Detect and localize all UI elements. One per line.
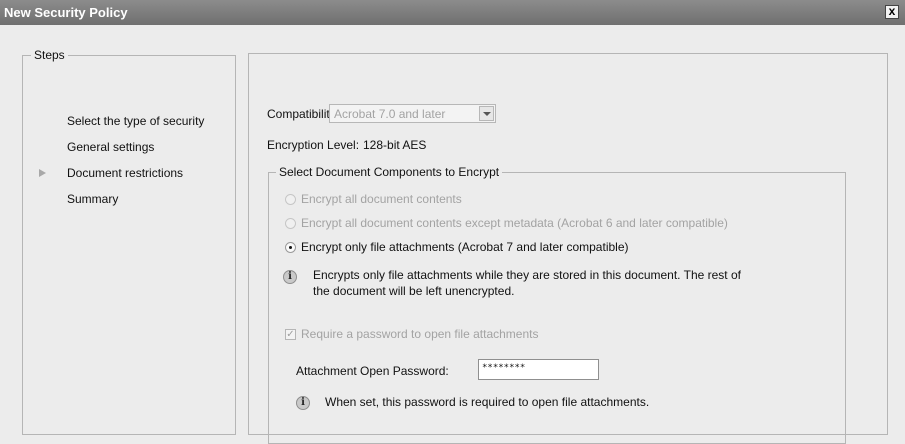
group-legend: Select Document Components to Encrypt [276, 165, 503, 179]
step-select-type: Select the type of security [67, 114, 205, 128]
info-icon: i [296, 396, 310, 410]
option-except-metadata-label: Encrypt all document contents except met… [301, 216, 728, 230]
password-info-text: When set, this password is required to o… [325, 395, 650, 409]
encrypt-components-group: Select Document Components to Encrypt En… [268, 165, 846, 444]
info-text-line1: Encrypts only file attachments while the… [313, 268, 741, 282]
close-button[interactable]: x [885, 5, 899, 19]
password-label: Attachment Open Password: [296, 364, 449, 378]
compatibility-dropdown[interactable]: Acrobat 7.0 and later [329, 104, 496, 123]
encryption-level-value: 128-bit AES [363, 138, 427, 152]
info-text-line2: the document will be left unencrypted. [313, 284, 515, 298]
require-password-label: Require a password to open file attachme… [301, 327, 539, 341]
option-attachments-label: Encrypt only file attachments (Acrobat 7… [301, 240, 629, 254]
steps-panel: Steps Select the type of security Genera… [22, 48, 236, 435]
step-document-restrictions: Document restrictions [67, 166, 184, 180]
title-bar: New Security Policy x [0, 0, 905, 25]
compatibility-value: Acrobat 7.0 and later [334, 107, 446, 121]
dropdown-arrow-icon[interactable] [479, 106, 494, 121]
current-step-arrow-icon [39, 169, 46, 177]
main-panel: Compatibility: Acrobat 7.0 and later Enc… [248, 53, 888, 444]
info-icon: i [283, 270, 297, 284]
encryption-level-label: Encryption Level: [267, 138, 360, 152]
window-title: New Security Policy [4, 5, 128, 20]
radio-encrypt-all[interactable] [285, 194, 296, 205]
option-encrypt-all-label: Encrypt all document contents [301, 192, 462, 206]
steps-legend: Steps [31, 48, 68, 62]
radio-encrypt-except-metadata[interactable] [285, 218, 296, 229]
radio-encrypt-attachments[interactable] [285, 242, 296, 253]
dialog-body: Steps Select the type of security Genera… [0, 25, 905, 444]
require-password-checkbox[interactable]: ✓ [285, 329, 296, 340]
step-summary: Summary [67, 192, 119, 206]
attachment-password-input[interactable]: ******** [478, 359, 599, 380]
step-general-settings: General settings [67, 140, 155, 154]
